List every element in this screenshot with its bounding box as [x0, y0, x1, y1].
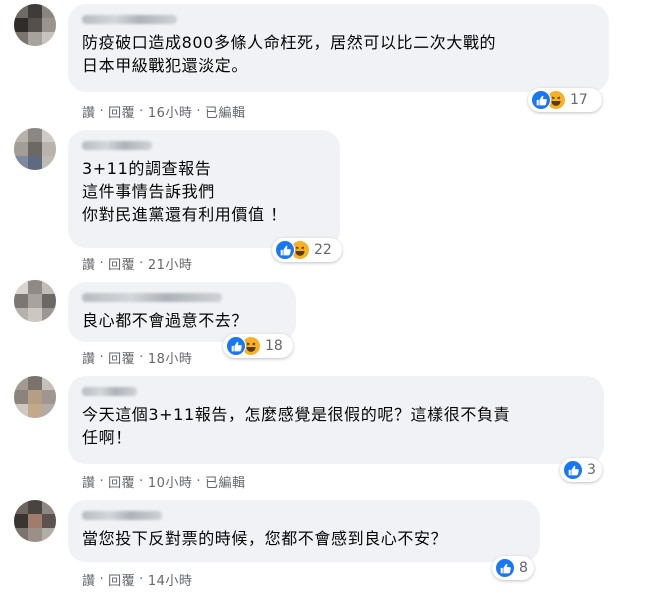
author-name[interactable]: [82, 387, 137, 396]
like-button[interactable]: 讚: [82, 348, 96, 367]
author-name[interactable]: [82, 511, 162, 520]
author-name[interactable]: [82, 293, 222, 302]
comment-actions: 讚 · 回覆 · 21小時: [82, 254, 192, 273]
reaction-summary[interactable]: 22: [272, 238, 342, 262]
like-button[interactable]: 讚: [82, 254, 96, 273]
reaction-count: 3: [587, 462, 596, 478]
like-icon: [495, 558, 515, 578]
comment-text: 良心都不會過意不去？: [82, 311, 249, 330]
like-icon: [563, 460, 583, 480]
comment-text: 當您投下反對票的時候，您都不會感到良心不安？: [82, 529, 448, 548]
separator: ·: [99, 572, 105, 587]
like-button[interactable]: 讚: [82, 570, 96, 589]
like-icon: [531, 90, 551, 110]
timestamp-link[interactable]: 10小時: [148, 472, 193, 491]
like-icon: [226, 336, 246, 356]
comment-bubble: 3+11的調查報告 這件事情告訴我們 你對民進黨還有利用價值 ！: [68, 130, 340, 248]
like-button[interactable]: 讚: [82, 102, 96, 121]
separator: ·: [139, 572, 144, 587]
comment-actions: 讚 · 回覆 · 18小時: [82, 348, 192, 367]
edited-label[interactable]: 已編輯: [205, 102, 246, 121]
comment-bubble: 良心都不會過意不去？: [68, 282, 296, 342]
reaction-count: 18: [265, 338, 283, 354]
like-button[interactable]: 讚: [82, 472, 96, 491]
reply-button[interactable]: 回覆: [108, 254, 135, 273]
comment-actions: 讚 · 回覆 · 16小時 · 已編輯: [82, 102, 246, 121]
timestamp-link[interactable]: 18小時: [148, 348, 193, 367]
comment-bubble: 防疫破口造成800多條人命枉死，居然可以比二次大戰的 日本甲級戰犯還淡定。: [68, 4, 609, 92]
separator: ·: [139, 474, 144, 489]
avatar[interactable]: [14, 376, 56, 418]
timestamp-link[interactable]: 16小時: [148, 102, 193, 121]
reaction-count: 8: [519, 560, 528, 576]
reaction-summary[interactable]: 18: [223, 334, 293, 358]
reply-button[interactable]: 回覆: [108, 102, 135, 121]
separator: ·: [99, 474, 105, 489]
edited-label[interactable]: 已編輯: [205, 472, 246, 491]
comment-bubble: 今天這個3+11報告，怎麼感覺是很假的呢？這樣很不負責 任啊！: [68, 376, 604, 464]
separator: ·: [139, 104, 144, 119]
author-name[interactable]: [82, 141, 152, 150]
reaction-count: 17: [570, 92, 588, 108]
avatar[interactable]: [14, 128, 56, 170]
separator: ·: [139, 350, 144, 365]
reaction-count: 22: [314, 242, 332, 258]
comment-text: 3+11的調查報告 這件事情告訴我們 你對民進黨還有利用價值 ！: [82, 159, 287, 224]
comment-text: 防疫破口造成800多條人命枉死，居然可以比二次大戰的 日本甲級戰犯還淡定。: [82, 33, 497, 75]
author-name[interactable]: [82, 15, 177, 24]
comment-bubble: 當您投下反對票的時候，您都不會感到良心不安？: [68, 500, 540, 562]
comment-text: 今天這個3+11報告，怎麼感覺是很假的呢？這樣很不負責 任啊！: [82, 405, 511, 447]
separator: ·: [99, 256, 105, 271]
comment-actions: 讚 · 回覆 · 10小時 · 已編輯: [82, 472, 246, 491]
timestamp-link[interactable]: 14小時: [148, 570, 193, 589]
separator: ·: [99, 350, 105, 365]
reaction-summary[interactable]: 8: [492, 556, 534, 580]
reaction-summary[interactable]: 17: [528, 88, 602, 112]
reply-button[interactable]: 回覆: [108, 570, 135, 589]
comment-actions: 讚 · 回覆 · 14小時: [82, 570, 192, 589]
avatar[interactable]: [14, 4, 56, 46]
reply-button[interactable]: 回覆: [108, 472, 135, 491]
reaction-summary[interactable]: 3: [560, 458, 602, 482]
timestamp-link[interactable]: 21小時: [148, 254, 193, 273]
avatar[interactable]: [14, 280, 56, 322]
avatar[interactable]: [14, 500, 56, 542]
reply-button[interactable]: 回覆: [108, 348, 135, 367]
like-icon: [275, 240, 295, 260]
separator: ·: [196, 104, 201, 119]
separator: ·: [196, 474, 201, 489]
separator: ·: [139, 256, 144, 271]
separator: ·: [99, 104, 105, 119]
